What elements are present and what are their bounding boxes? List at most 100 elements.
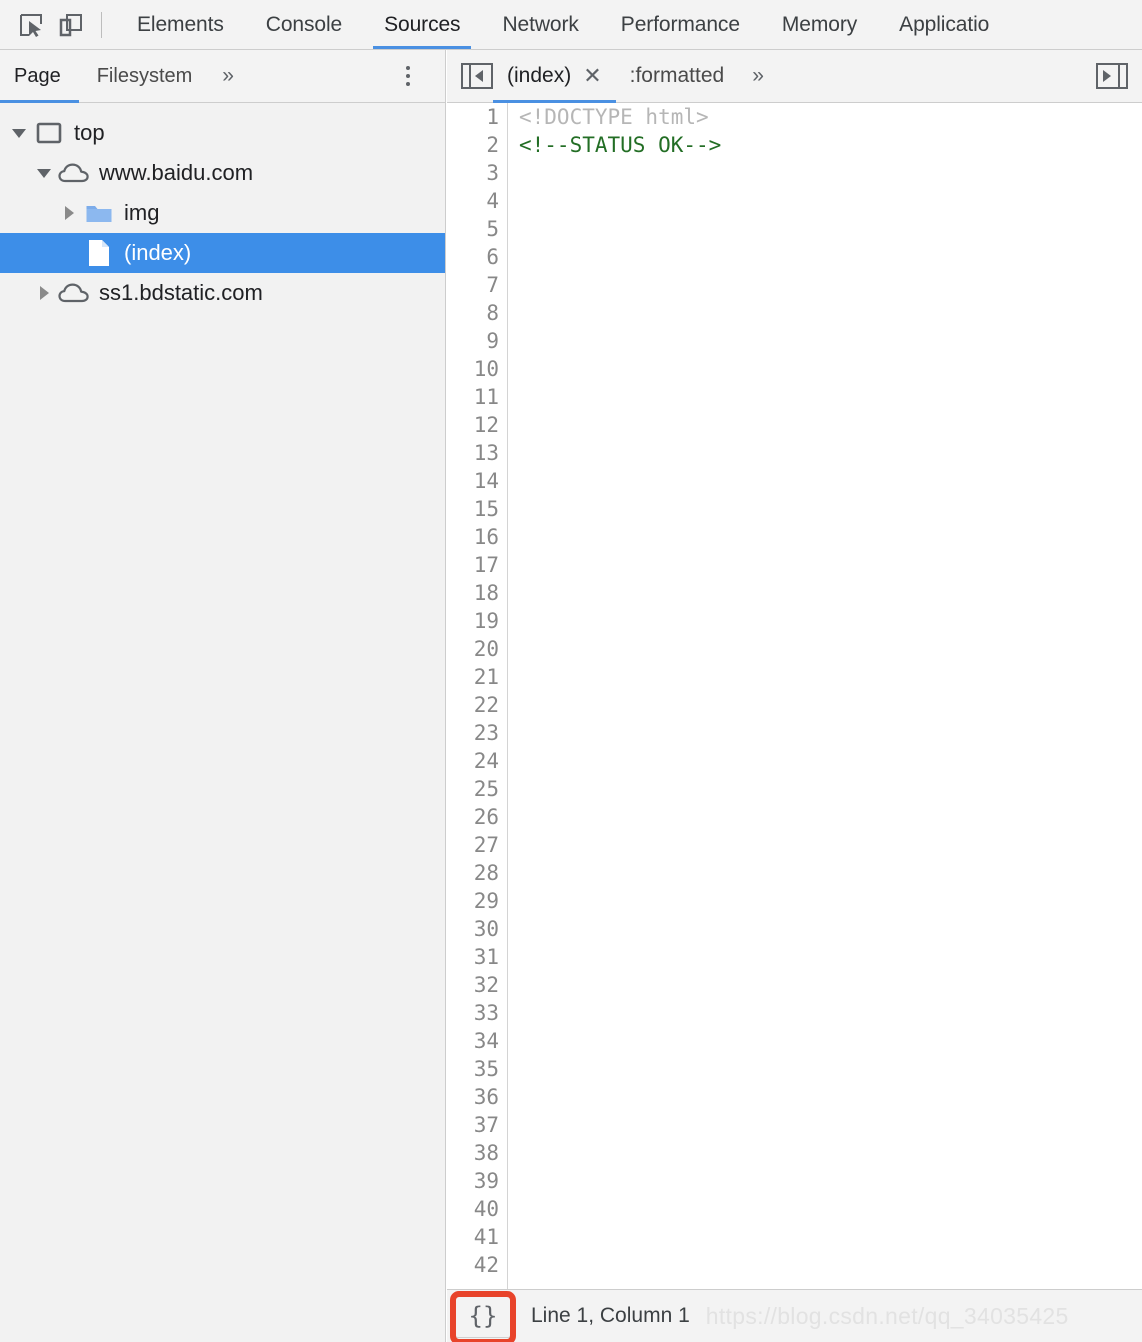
code-line[interactable] [519,1083,1142,1111]
tab-console[interactable]: Console [245,0,363,49]
code-line[interactable] [519,607,1142,635]
code-line[interactable] [519,803,1142,831]
line-number: 37 [473,1113,499,1137]
code-line[interactable] [519,1055,1142,1083]
line-number: 4 [486,189,499,213]
code-line[interactable] [519,775,1142,803]
code-line[interactable] [519,271,1142,299]
code-line[interactable] [519,495,1142,523]
tab-sources[interactable]: Sources [363,0,481,49]
file-tree: top www.baidu.com img (index) ss1.bdstat… [0,103,445,313]
file-icon [82,239,116,267]
device-toolbar-icon[interactable] [51,5,91,45]
code-line[interactable] [519,663,1142,691]
code-line[interactable] [519,691,1142,719]
code-content[interactable]: <!DOCTYPE html> <!--STATUS OK--> [509,103,1142,1279]
inspect-element-icon[interactable] [11,5,51,45]
code-line[interactable]: <!DOCTYPE html> [519,103,1142,131]
chevron-double-right-icon[interactable]: » [738,64,778,88]
tab-network[interactable]: Network [481,0,599,49]
frame-icon [32,122,66,144]
line-number: 5 [486,217,499,241]
line-number: 13 [473,441,499,465]
line-number: 27 [473,833,499,857]
line-number: 19 [473,609,499,633]
show-drawer-icon[interactable] [1096,63,1128,89]
chevron-down-icon[interactable] [6,128,32,138]
line-number: 9 [486,329,499,353]
editor-pane: (index) ✕ :formatted » 1 2 3 4 5 6 7 8 9 10 11 12 13… [447,50,1142,1342]
tab-elements[interactable]: Elements [116,0,245,49]
nav-tab-filesystem[interactable]: Filesystem [79,50,211,102]
kebab-menu-icon[interactable] [397,63,419,89]
tab-performance[interactable]: Performance [600,0,761,49]
editor-tab-formatted[interactable]: :formatted [616,50,739,102]
code-line[interactable] [519,383,1142,411]
code-line[interactable] [519,299,1142,327]
line-number: 12 [473,413,499,437]
tab-network-label: Network [502,12,579,36]
code-line[interactable] [519,831,1142,859]
toolbar-icon-group [0,0,110,49]
code-line[interactable] [519,467,1142,495]
line-number: 22 [473,693,499,717]
tree-row-index[interactable]: (index) [0,233,445,273]
chevron-right-icon[interactable] [31,286,57,300]
code-line[interactable] [519,411,1142,439]
nav-tab-filesystem-label: Filesystem [96,64,193,87]
code-line[interactable] [519,579,1142,607]
code-line[interactable] [519,887,1142,915]
line-number: 16 [473,525,499,549]
line-number: 17 [473,553,499,577]
code-line[interactable] [519,243,1142,271]
line-number: 33 [473,1001,499,1025]
code-line[interactable] [519,999,1142,1027]
chevron-double-right-icon[interactable]: » [210,64,246,88]
line-number: 7 [486,273,499,297]
line-number: 8 [486,301,499,325]
code-line[interactable] [519,439,1142,467]
code-line[interactable] [519,1167,1142,1195]
code-line[interactable] [519,635,1142,663]
code-line[interactable] [519,187,1142,215]
tree-row-ss1-bdstatic-com[interactable]: ss1.bdstatic.com [0,273,445,313]
code-line[interactable] [519,1027,1142,1055]
code-line[interactable] [519,1111,1142,1139]
code-line[interactable] [519,1251,1142,1279]
code-line[interactable] [519,915,1142,943]
tree-label-index: (index) [124,240,192,265]
code-line[interactable] [519,971,1142,999]
line-number: 2 [486,133,499,157]
code-line[interactable] [519,859,1142,887]
code-editor[interactable]: 1 2 3 4 5 6 7 8 9 10 11 12 13 14 15 16 17 18 19 20 21 22 23 24 2… [447,103,1142,1342]
line-number: 31 [473,945,499,969]
collapse-navigator-icon[interactable] [461,63,493,89]
code-line[interactable] [519,551,1142,579]
line-number: 30 [473,917,499,941]
code-line[interactable] [519,355,1142,383]
tab-memory[interactable]: Memory [761,0,878,49]
code-line[interactable] [519,523,1142,551]
code-line[interactable] [519,1195,1142,1223]
line-number: 20 [473,637,499,661]
nav-tab-page[interactable]: Page [0,50,79,103]
close-icon[interactable]: ✕ [583,65,601,87]
code-line[interactable] [519,327,1142,355]
chevron-right-icon[interactable] [56,206,82,220]
tree-row-top[interactable]: top [0,113,445,153]
code-line[interactable]: <!--STATUS OK--> [519,131,1142,159]
code-line[interactable] [519,943,1142,971]
tree-row-www-baidu-com[interactable]: www.baidu.com [0,153,445,193]
tab-application[interactable]: Applicatio [878,0,1010,49]
code-line[interactable] [519,159,1142,187]
navigator-pane: Page Filesystem » top www.baidu.com img … [0,50,446,1342]
pretty-print-button[interactable]: {} [455,1294,511,1338]
code-line[interactable] [519,719,1142,747]
code-line[interactable] [519,1223,1142,1251]
code-line[interactable] [519,747,1142,775]
code-line[interactable] [519,1139,1142,1167]
code-line[interactable] [519,215,1142,243]
tree-row-img[interactable]: img [0,193,445,233]
editor-tab-index[interactable]: (index) ✕ [493,50,616,103]
chevron-down-icon[interactable] [31,168,57,178]
